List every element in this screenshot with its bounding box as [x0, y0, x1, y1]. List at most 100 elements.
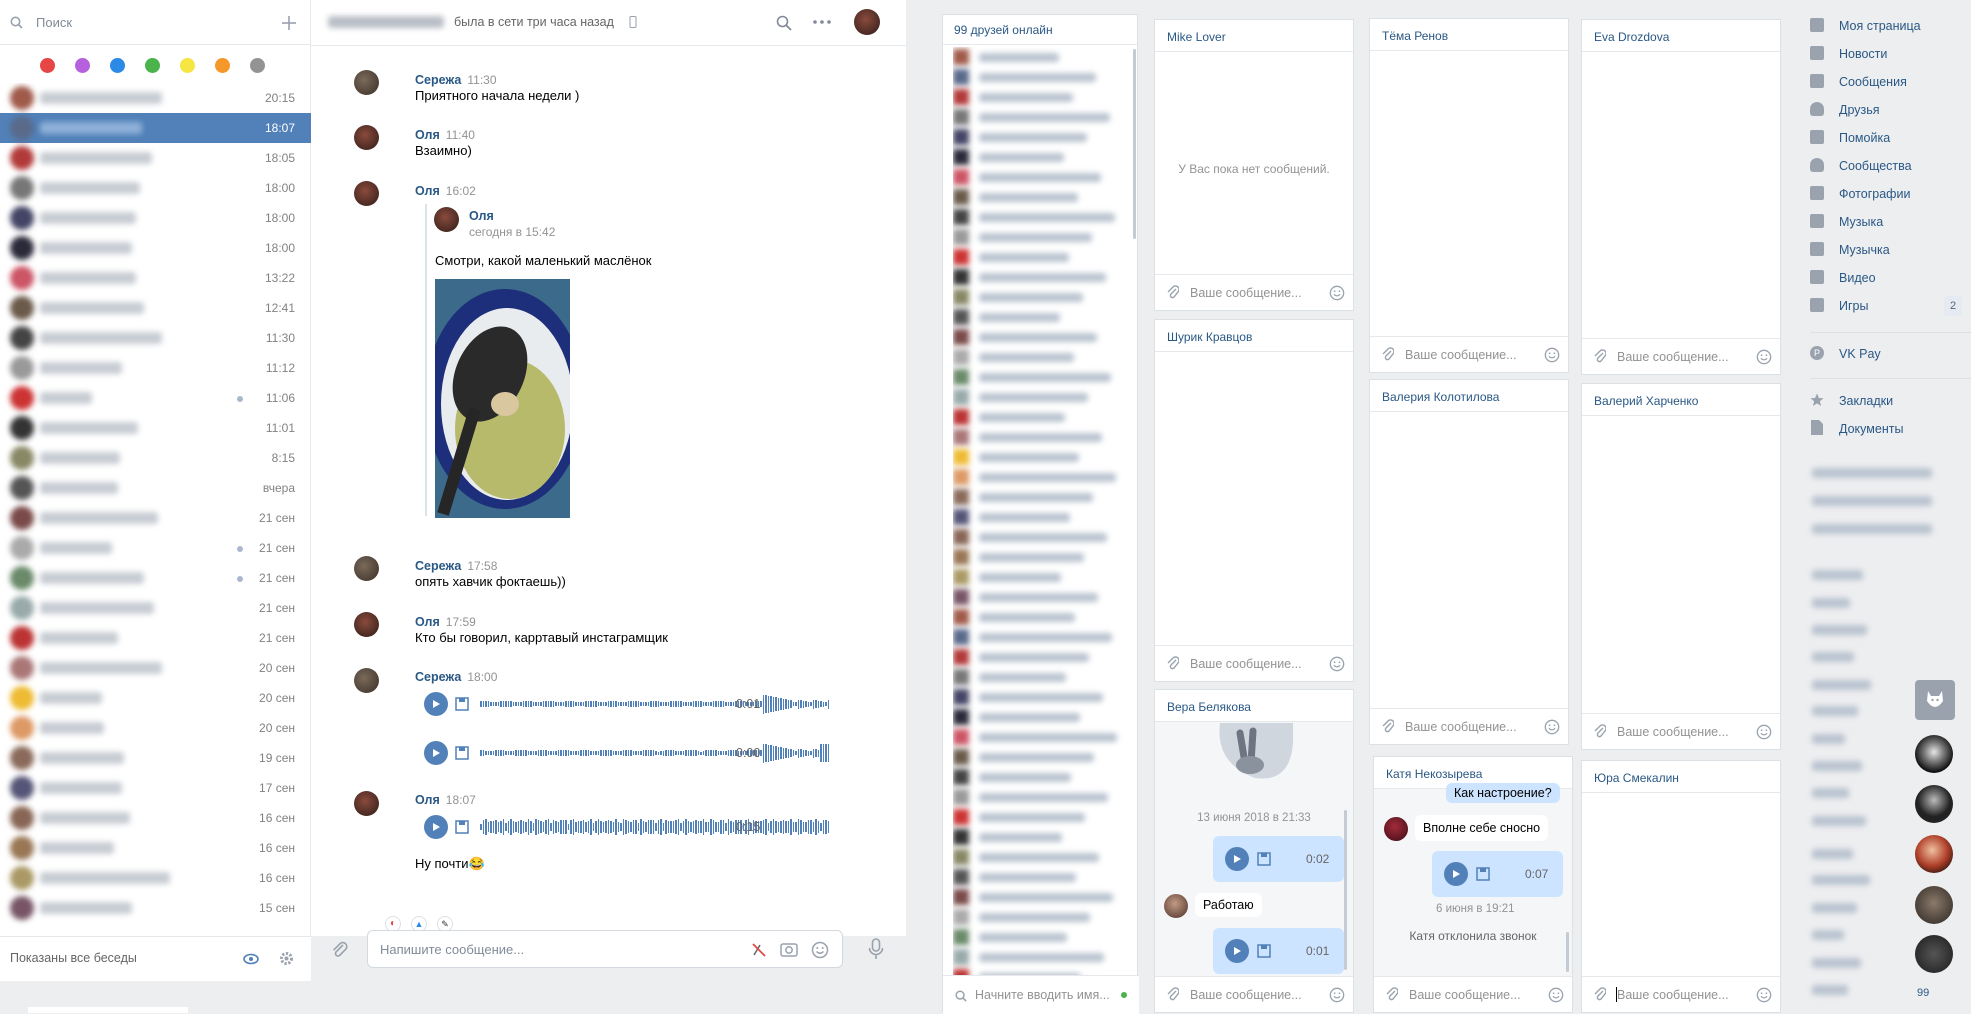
- friend-item[interactable]: [953, 67, 1133, 87]
- friend-item[interactable]: [953, 247, 1133, 267]
- avatar[interactable]: [354, 556, 379, 581]
- nav-group-item[interactable]: [1812, 652, 1854, 662]
- chat-partner-name[interactable]: [328, 16, 444, 28]
- dialog-item[interactable]: 20:15: [0, 83, 311, 113]
- emoji-icon[interactable]: [1544, 719, 1560, 735]
- friend-item[interactable]: [953, 627, 1133, 647]
- nav-group-item[interactable]: [1812, 468, 1932, 478]
- minichat-input[interactable]: Ваше сообщение...: [1155, 274, 1353, 310]
- minichat-title[interactable]: Mike Lover: [1155, 20, 1353, 52]
- minichat-title[interactable]: Валерия Колотилова: [1370, 380, 1568, 412]
- avatar[interactable]: [1384, 817, 1408, 841]
- emoji-icon[interactable]: [811, 941, 829, 959]
- friend-item[interactable]: [953, 907, 1133, 927]
- attach-paperclip-icon[interactable]: [329, 939, 349, 959]
- dialog-item[interactable]: 8:15: [0, 443, 311, 473]
- chat-partner-avatar[interactable]: [854, 9, 880, 35]
- friend-item[interactable]: [953, 327, 1133, 347]
- friend-item[interactable]: [953, 547, 1133, 567]
- minichat-input[interactable]: Ваше сообщение...: [1155, 645, 1353, 681]
- friend-item[interactable]: [953, 667, 1133, 687]
- friend-item[interactable]: [953, 507, 1133, 527]
- dialog-item[interactable]: 11:06: [0, 383, 311, 413]
- attach-icon[interactable]: [1386, 987, 1398, 1003]
- friend-item[interactable]: [953, 607, 1133, 627]
- color-tag-filter[interactable]: [250, 58, 265, 73]
- friend-item[interactable]: [953, 727, 1133, 747]
- play-button[interactable]: [1225, 847, 1249, 871]
- dialog-item[interactable]: 11:30: [0, 323, 311, 353]
- friend-item[interactable]: [953, 227, 1133, 247]
- dialog-item[interactable]: 21 сен: [0, 623, 311, 653]
- minichat-input[interactable]: Ваше сообщение...: [1582, 713, 1780, 749]
- more-icon[interactable]: [813, 20, 831, 24]
- friend-item[interactable]: [953, 787, 1133, 807]
- dialog-item[interactable]: вчера: [0, 473, 311, 503]
- friend-item[interactable]: [953, 207, 1133, 227]
- attach-icon[interactable]: [1382, 719, 1394, 735]
- friend-item[interactable]: [953, 767, 1133, 787]
- camera-icon[interactable]: [780, 941, 798, 957]
- eye-icon[interactable]: [243, 953, 259, 965]
- friend-item[interactable]: [953, 387, 1133, 407]
- emoji-icon[interactable]: [1329, 285, 1345, 301]
- waveform[interactable]: [480, 689, 829, 719]
- save-icon[interactable]: [455, 697, 469, 711]
- minichat-title[interactable]: Шурик Кравцов: [1155, 320, 1353, 352]
- online-avatar[interactable]: [1915, 935, 1953, 973]
- dialog-item[interactable]: 20 сен: [0, 653, 311, 683]
- scrollbar[interactable]: [1133, 49, 1136, 239]
- avatar[interactable]: [354, 612, 379, 637]
- friend-item[interactable]: [953, 827, 1133, 847]
- dialog-item[interactable]: 11:01: [0, 413, 311, 443]
- new-chat-plus-icon[interactable]: [281, 15, 297, 31]
- minichat-title[interactable]: Юра Смекалин: [1582, 761, 1780, 793]
- friend-item[interactable]: [953, 487, 1133, 507]
- online-avatar[interactable]: [1915, 785, 1953, 823]
- nav-group-item[interactable]: [1812, 875, 1870, 885]
- forward-avatar[interactable]: [434, 207, 459, 232]
- dialog-item[interactable]: 18:05: [0, 143, 311, 173]
- friend-item[interactable]: [953, 707, 1133, 727]
- message-author[interactable]: Оля: [415, 128, 440, 142]
- friend-item[interactable]: [953, 947, 1133, 967]
- avatar[interactable]: [1164, 894, 1188, 918]
- dialog-item[interactable]: 16 сен: [0, 833, 311, 863]
- attach-icon[interactable]: [1594, 724, 1606, 740]
- attach-icon[interactable]: [1167, 285, 1179, 301]
- dialog-item[interactable]: 12:41: [0, 293, 311, 323]
- friend-item[interactable]: [953, 267, 1133, 287]
- nav-group-item[interactable]: [1812, 706, 1858, 716]
- friend-item[interactable]: [953, 87, 1133, 107]
- avatar[interactable]: [354, 125, 379, 150]
- emoji-icon[interactable]: [1756, 724, 1772, 740]
- friend-item[interactable]: [953, 127, 1133, 147]
- play-button[interactable]: [1225, 939, 1249, 963]
- nav-group-item[interactable]: [1812, 524, 1932, 534]
- color-tag-filter[interactable]: [215, 58, 230, 73]
- nav-group-item[interactable]: [1812, 761, 1862, 771]
- online-avatar[interactable]: [1915, 835, 1953, 873]
- friend-item[interactable]: [953, 887, 1133, 907]
- friend-item[interactable]: [953, 467, 1133, 487]
- minichat-title[interactable]: Eva Drozdova: [1582, 20, 1780, 52]
- message-author[interactable]: Оля: [415, 615, 440, 629]
- play-button[interactable]: [424, 741, 448, 765]
- nav-group-item[interactable]: [1812, 496, 1932, 506]
- color-tag-filter[interactable]: [75, 58, 90, 73]
- dialog-item[interactable]: 21 сен: [0, 503, 311, 533]
- dialog-item[interactable]: 18:07: [0, 113, 311, 143]
- play-button[interactable]: [424, 815, 448, 839]
- friend-item[interactable]: [953, 307, 1133, 327]
- emoji-icon[interactable]: [1756, 349, 1772, 365]
- play-button[interactable]: [1444, 862, 1468, 886]
- nav-group-item[interactable]: [1812, 985, 1848, 995]
- dialogs-search-input[interactable]: Поиск: [36, 15, 72, 30]
- friend-item[interactable]: [953, 407, 1133, 427]
- dialog-item[interactable]: 17 сен: [0, 773, 311, 803]
- attach-icon[interactable]: [1167, 987, 1179, 1003]
- friends-search[interactable]: Начните вводить имя...: [943, 975, 1139, 1014]
- save-icon[interactable]: [1476, 867, 1490, 881]
- waveform[interactable]: [480, 812, 829, 842]
- dialog-item[interactable]: 13:22: [0, 263, 311, 293]
